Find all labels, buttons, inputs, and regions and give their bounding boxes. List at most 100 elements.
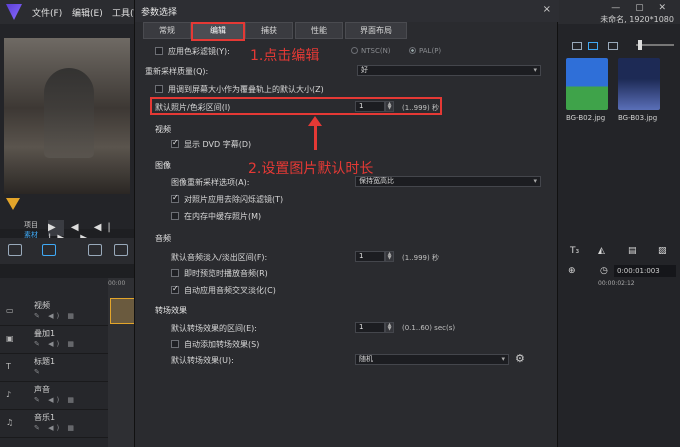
player-panel: 项目 素材 ▶ ◀ ◀| |▶ ▶ [0,24,134,244]
default-transition-dropdown[interactable]: 随机 [355,354,509,365]
resample-quality-dropdown[interactable]: 好 [357,65,541,76]
tab-capture[interactable]: 捕获 [245,22,293,39]
tab-layout[interactable]: 界面布局 [345,22,407,39]
voice-track-icon: ♪ [6,390,12,399]
audio-fade-stepper[interactable]: ▲ ▼ [385,251,394,262]
radio-label: PAL(P) [419,47,442,55]
library-thumb[interactable] [566,58,608,110]
overlay-track-icon: ▣ [6,334,14,343]
option-label: 即时预览时播放音频(R) [184,269,268,278]
checkbox[interactable] [171,284,179,294]
track-name: 视频 [34,301,50,310]
fx-tool-icon[interactable]: ▨ [658,246,667,256]
library-thumb[interactable] [618,58,660,110]
zoom-in-icon[interactable]: ⊕ [568,266,576,276]
track-controls[interactable]: ✎ ◀) ▦ [34,396,77,404]
filter-tool-icon[interactable]: ▤ [628,246,637,256]
cache-photos-option[interactable]: 在内存中缓存照片(M) [171,211,261,222]
checkbox[interactable] [171,269,179,277]
transition-duration-stepper[interactable]: ▲ ▼ [385,322,394,333]
track-title[interactable]: T 标题1 ✎ [0,354,108,382]
track-overlay[interactable]: ▣ 叠加1 ✎ ◀) ▦ [0,326,108,354]
auto-add-transition-option[interactable]: 自动添加转场效果(S) [171,339,259,350]
apply-color-filter-option[interactable]: 应用色彩滤镜(Y): [155,46,230,57]
track-controls[interactable]: ✎ ◀) ▦ [34,312,77,320]
checkbox[interactable] [171,138,179,148]
title-tool-icon[interactable]: T₃ [570,246,579,256]
copy-icon[interactable] [88,244,102,256]
window-controls[interactable]: — ▢ ✕ [611,3,672,13]
radio-label: NTSC(N) [361,47,391,55]
tab-highlight-box [191,22,245,41]
project-mode-label[interactable]: 项目 [24,220,38,230]
track-headers: ▭ 视频 ✎ ◀) ▦ ▣ 叠加1 ✎ ◀) ▦ T 标题1 ✎ ♪ 声音 ✎ … [0,278,108,447]
default-transition-label: 默认转场效果(U): [171,356,234,365]
library-panel: BG-B02.jpg BG-B03.jpg T₃ ◭ ▤ ▨ ⊕ ◷ 0:00:… [558,24,680,447]
audio-fade-range: (1..999) 秒 [402,254,439,262]
track-music[interactable]: ♫ 音乐1 ✎ ◀) ▦ [0,410,108,438]
tab-performance[interactable]: 性能 [295,22,343,39]
transition-duration-label: 默认转场效果的区间(E): [171,324,257,333]
checkbox[interactable] [171,193,179,203]
list-view-icon[interactable] [572,42,582,50]
fit-to-screen-option[interactable]: 用调到屏幕大小作为覆叠轨上的默认大小(Z) [155,84,324,95]
checkbox[interactable] [171,340,179,348]
checkbox[interactable] [171,212,179,220]
menu-file[interactable]: 文件(F) [32,6,62,19]
track-voice[interactable]: ♪ 声音 ✎ ◀) ▦ [0,382,108,410]
radio-button[interactable] [351,47,358,54]
audio-fade-input[interactable]: 1 [355,251,385,262]
track-video[interactable]: ▭ 视频 ✎ ◀) ▦ [0,298,108,326]
app-logo [6,4,22,20]
scrubber-icon[interactable] [6,198,20,210]
auto-crossfade-option[interactable]: 自动应用音频交叉淡化(C) [171,284,276,296]
resample-quality-label: 重新采样质量(Q): [145,67,209,76]
option-label: 用调到屏幕大小作为覆叠轨上的默认大小(Z) [168,85,324,94]
setting-highlight-box [150,97,442,115]
image-resample-label: 图像重新采样选项(A): [171,178,250,187]
tools-icon[interactable] [114,244,128,256]
track-controls[interactable]: ✎ [34,368,43,376]
transition-section-title: 转场效果 [155,306,187,315]
clock-icon: ◷ [600,266,608,276]
radio-pal[interactable]: PAL(P) [409,47,441,55]
storyboard-view-icon[interactable] [8,244,22,256]
option-label: 在内存中缓存照片(M) [184,212,262,221]
annotation-step2: 2.设置图片默认时长 [248,161,374,177]
radio-ntsc[interactable]: NTSC(N) [351,47,391,55]
video-track-icon: ▭ [6,306,14,315]
thumbnail-view-icon[interactable] [588,42,598,50]
track-controls[interactable]: ✎ ◀) ▦ [34,340,77,348]
thumb-size-knob[interactable] [638,40,642,50]
preview-window [4,38,130,194]
apply-deflicker-option[interactable]: 对照片应用去除闪烁滤镜(T) [171,193,284,205]
ruler-time: 00:00:02:12 [598,280,635,287]
transition-tool-icon[interactable]: ◭ [598,246,605,256]
option-label: 显示 DVD 字幕(D) [184,140,252,149]
option-label: 对照片应用去除闪烁滤镜(T) [184,195,284,204]
sort-icon[interactable] [608,42,618,50]
track-name: 叠加1 [34,329,56,338]
menu-edit[interactable]: 编辑(E) [72,6,103,19]
dialog-titlebar: 参数选择 × [135,0,559,22]
timeline-clip[interactable] [110,298,136,324]
annotation-step1: 1.点击编辑 [250,48,320,64]
audio-fade-label: 默认音频淡入/淡出区间(F): [171,253,268,262]
tab-general[interactable]: 常规 [143,22,191,39]
transition-duration-input[interactable]: 1 [355,322,385,333]
radio-button[interactable] [409,47,416,54]
close-icon[interactable]: × [543,4,551,15]
timeline-view-icon[interactable] [42,244,56,256]
show-dvd-subtitles-option[interactable]: 显示 DVD 字幕(D) [171,138,252,150]
dialog-title: 参数选择 [141,8,178,18]
video-section-title: 视频 [155,125,171,134]
checkbox[interactable] [155,85,163,93]
library-thumb-label: BG-B02.jpg [566,114,606,122]
instant-preview-option[interactable]: 即时预览时播放音频(R) [171,268,268,279]
timecode-display[interactable]: 0:00:01:003 [614,265,676,277]
image-resample-dropdown[interactable]: 保持宽高比 [355,176,541,187]
arrow-shaft [314,122,317,150]
gear-icon[interactable]: ⚙ [515,352,525,365]
track-controls[interactable]: ✎ ◀) ▦ [34,424,77,432]
checkbox[interactable] [155,47,163,55]
